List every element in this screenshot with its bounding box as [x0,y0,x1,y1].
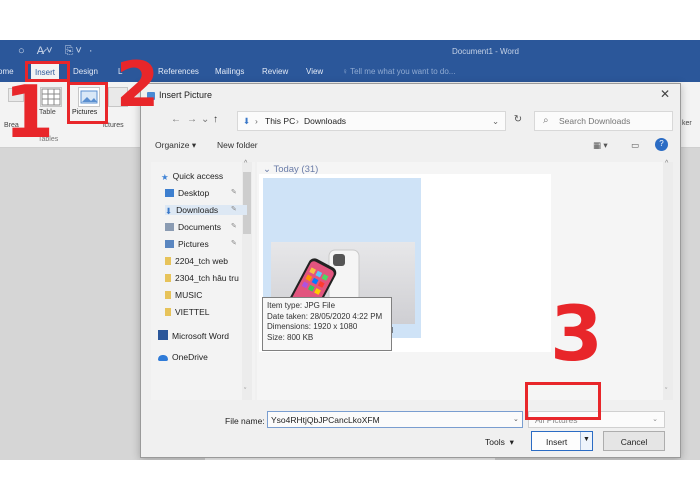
dialog-title: Insert Picture [159,90,213,100]
header-footer-label: ker [682,120,692,127]
folder-icon [165,308,171,316]
pin-icon[interactable]: ✎ [231,222,237,230]
tooltip-size: Size: 800 KB [267,332,314,342]
breadcrumb-downloads[interactable]: Downloads [304,116,346,126]
organize-button[interactable]: Organize ▾ [155,140,196,151]
tab-design[interactable]: Design [73,67,98,76]
pin-icon[interactable]: ✎ [231,188,237,196]
chevron-right-icon: › [255,116,258,126]
nav-onedrive[interactable]: OneDrive [158,352,208,362]
document-title: Document1 - Word [452,47,519,56]
file-name-field-label: File name: [225,416,265,426]
pictures-icon [165,240,174,248]
annotation-number-3: 3 [550,289,603,378]
file-info-tooltip: Item type: JPG File Date taken: 28/05/20… [262,297,392,351]
view-options-icon[interactable]: ▦ ▾ [593,140,608,151]
nav-documents[interactable]: Documents ✎ [165,222,237,232]
chevron-down-icon: ⌄ [652,416,658,423]
tooltip-date-taken: Date taken: 28/05/2020 4:22 PM [267,311,383,321]
preview-pane-icon[interactable]: ▭ [631,140,639,151]
file-list-scrollbar[interactable]: ^ ˇ [663,160,673,400]
insert-dropdown-icon[interactable]: ▼ [580,432,592,450]
nav-quick-access[interactable]: ★ Quick access [161,171,223,182]
folder-icon [165,291,171,299]
tell-me-search[interactable]: ♀ Tell me what you want to do... [342,67,455,76]
file-list: ⌄ Today (31) [257,162,673,400]
downloads-folder-icon: ⬇ [243,116,251,126]
cloud-icon [158,355,168,361]
search-icon: ⌕ [543,115,549,126]
tools-button[interactable]: Tools ▾ [485,437,514,448]
dialog-toolbar: Organize ▾ New folder ▦ ▾ ▭ ? [141,136,682,156]
up-arrow-icon[interactable]: ↑ [213,114,218,125]
refresh-icon[interactable]: ↻ [507,111,529,131]
download-icon: ⬇ [165,206,173,216]
forward-arrow-icon[interactable]: → [187,114,197,125]
lightbulb-icon: ♀ [342,67,351,76]
annotation-box-pictures [67,82,108,124]
tooltip-dimensions: Dimensions: 1920 x 1080 [267,322,358,331]
tab-mailings[interactable]: Mailings [215,67,244,76]
word-window: ○ A̷˅ ⎘˅ · Document1 - Word ome Insert D… [0,40,700,460]
quick-access-toolbar[interactable]: ○ A̷˅ ⎘˅ · [18,45,95,58]
nav-folder-2204[interactable]: 2204_tch web [165,256,228,266]
star-icon: ★ [161,172,169,182]
path-box[interactable]: ⬇ › This PC › Downloads ⌄ [237,111,506,131]
breadcrumb-this-pc[interactable]: This PC [265,116,295,126]
nav-pictures[interactable]: Pictures ✎ [165,239,237,249]
ribbon-tabs: ome Insert Design L References Mailings … [0,64,700,82]
help-icon[interactable]: ? [655,138,668,151]
insert-button[interactable]: Insert ▼ [531,431,593,451]
tab-review[interactable]: Review [262,67,288,76]
search-input[interactable] [559,116,669,126]
word-icon [158,330,168,340]
nav-folder-viettel[interactable]: VIETTEL [165,307,209,317]
close-icon[interactable]: ✕ [660,87,670,101]
annotation-number-1: 1 [4,70,55,154]
annotation-number-2: 2 [116,48,160,121]
nav-desktop[interactable]: Desktop ✎ [165,188,237,198]
tab-view[interactable]: View [306,67,323,76]
pin-icon[interactable]: ✎ [231,239,237,247]
search-box[interactable]: ⌕ [534,111,673,131]
file-name-field[interactable] [267,411,523,428]
folder-icon [165,274,171,282]
recent-dropdown-icon[interactable]: ⌄ [201,114,209,125]
folder-icon [165,257,171,265]
nav-folder-2304[interactable]: 2304_tch hâu tru [165,273,241,283]
documents-icon [165,223,174,231]
cancel-button[interactable]: Cancel [603,431,665,451]
desktop-icon [165,189,174,197]
pin-icon[interactable]: ✎ [231,205,237,213]
file-name-dropdown-icon[interactable]: ⌄ [513,415,519,423]
path-dropdown-icon[interactable]: ⌄ [492,116,499,127]
annotation-box-insert-button [525,382,601,420]
tab-references[interactable]: References [158,67,199,76]
nav-downloads[interactable]: ⬇ Downloads ✎ [165,205,247,216]
navigation-scrollbar-thumb[interactable] [243,172,251,234]
title-bar: ○ A̷˅ ⎘˅ · Document1 - Word [0,40,700,64]
new-folder-button[interactable]: New folder [217,140,258,150]
tooltip-item-type: Item type: JPG File [267,301,336,310]
address-bar: ← → ⌄ ↑ ⬇ › This PC › Downloads ⌄ ↻ ⌕ [149,111,673,131]
nav-microsoft-word[interactable]: Microsoft Word [158,330,229,341]
back-arrow-icon[interactable]: ← [171,114,181,125]
nav-folder-music[interactable]: MUSIC [165,290,202,300]
chevron-right-icon: › [296,116,299,126]
